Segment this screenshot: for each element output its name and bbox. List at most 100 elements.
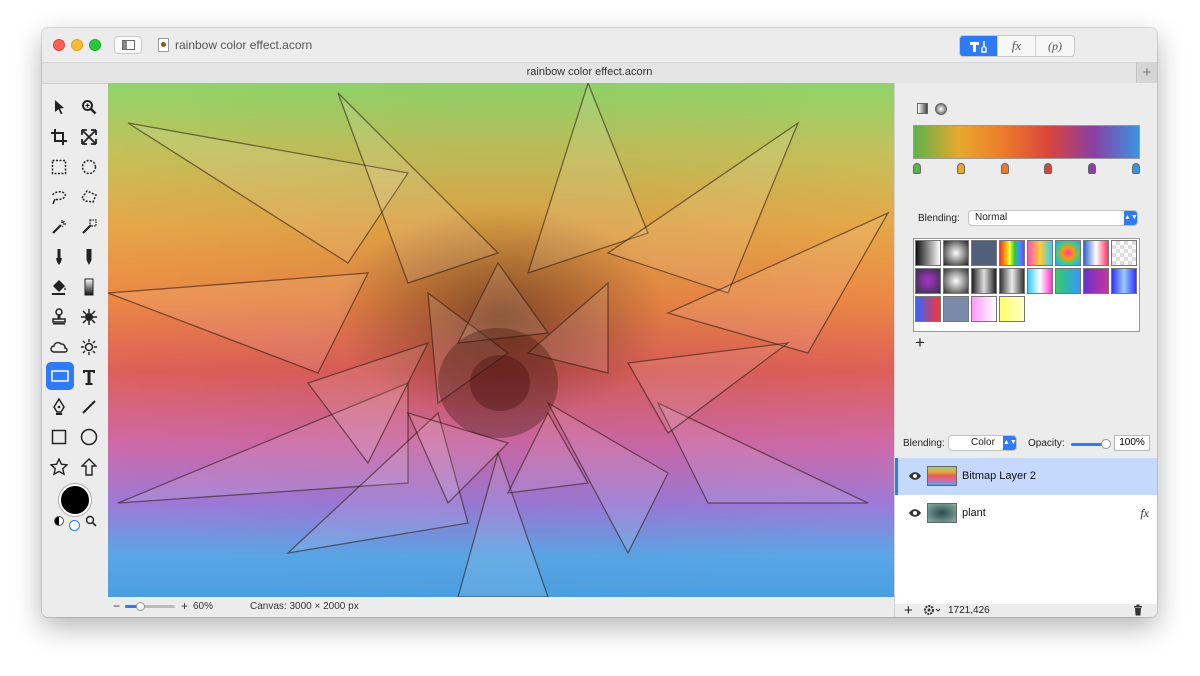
smudge-icon[interactable] [76, 304, 102, 330]
opacity-field[interactable]: 100% [1114, 435, 1150, 451]
ellipse-select-icon[interactable] [76, 154, 102, 180]
gradient-preset[interactable] [943, 268, 969, 294]
gradient-preset[interactable] [999, 240, 1025, 266]
gradient-preset[interactable] [915, 296, 941, 322]
linear-gradient-icon[interactable] [917, 103, 928, 114]
zoom-out-button[interactable]: − [113, 599, 120, 613]
gradient-preset[interactable] [1111, 268, 1137, 294]
magic-wand-icon[interactable] [46, 214, 72, 240]
gradient-preset[interactable] [915, 268, 941, 294]
tools-palette-icon [969, 40, 987, 53]
rect-shape-icon[interactable] [46, 424, 72, 450]
gradient-preset[interactable] [1111, 240, 1137, 266]
selection-indicator [895, 458, 898, 495]
pen-tool-icon[interactable] [46, 394, 72, 420]
oval-shape-icon[interactable] [76, 424, 102, 450]
gradient-preset[interactable] [1027, 240, 1053, 266]
minimize-window-button[interactable] [71, 39, 83, 51]
gradient-stop[interactable] [913, 163, 921, 174]
layer-thumbnail [927, 466, 957, 486]
gradient-preset[interactable] [1055, 240, 1081, 266]
magic-select-icon[interactable] [76, 214, 102, 240]
pencil-icon[interactable] [76, 244, 102, 270]
gradient-stop[interactable] [1044, 163, 1053, 174]
effects-palette-button[interactable]: fx [998, 36, 1036, 56]
gradient-stop[interactable] [1000, 163, 1009, 174]
swap-colors-icon[interactable] [54, 516, 64, 526]
crop-tool-icon[interactable] [46, 124, 72, 150]
clone-stamp-icon[interactable] [46, 304, 72, 330]
image-canvas[interactable] [108, 83, 894, 597]
layer-effects-button[interactable]: fx [1140, 506, 1149, 521]
opacity-slider-track[interactable] [1071, 439, 1111, 449]
transform-tool-icon[interactable] [76, 124, 102, 150]
zoom-slider-knob[interactable] [136, 602, 145, 611]
layer-thumbnail [927, 503, 957, 523]
gradient-preset[interactable] [971, 240, 997, 266]
gradient-preset[interactable] [1083, 268, 1109, 294]
gradient-preset[interactable] [943, 240, 969, 266]
gradient-preset[interactable] [1083, 240, 1109, 266]
gradient-stop[interactable] [1088, 163, 1097, 174]
radial-gradient-icon[interactable] [935, 103, 947, 115]
palette-segmented-control: fx (p) [959, 35, 1075, 57]
arrow-shape-icon[interactable] [76, 454, 102, 480]
eye-icon[interactable] [908, 471, 922, 481]
foreground-color-well[interactable] [59, 484, 91, 516]
new-tab-button[interactable]: + [1136, 63, 1157, 83]
dodge-burn-icon[interactable] [76, 334, 102, 360]
document-tab[interactable]: rainbow color effect.acorn [42, 66, 1137, 78]
line-tool-icon[interactable] [76, 394, 102, 420]
layer-name: plant [962, 507, 986, 519]
gradient-preset[interactable] [971, 268, 997, 294]
paint-bucket-icon[interactable] [46, 274, 72, 300]
gradient-preset[interactable] [999, 268, 1025, 294]
window-title: rainbow color effect.acorn [175, 38, 313, 52]
sidebar-icon [122, 40, 135, 50]
gear-icon[interactable] [923, 604, 941, 616]
gradient-preset[interactable] [971, 296, 997, 322]
close-window-button[interactable] [53, 39, 65, 51]
gradient-tool-icon[interactable] [76, 274, 102, 300]
gradient-preset[interactable] [1055, 268, 1081, 294]
gradient-preset[interactable] [915, 240, 941, 266]
gradient-editor-bar[interactable] [913, 125, 1140, 159]
gradient-rect-icon[interactable] [46, 362, 74, 390]
lasso-icon[interactable] [46, 184, 72, 210]
brush-icon[interactable] [46, 244, 72, 270]
layer-row[interactable]: Bitmap Layer 2 [895, 458, 1157, 495]
gradient-stop[interactable] [1132, 163, 1140, 174]
gradient-blending-label: Blending: [918, 213, 960, 224]
layer-blending-label: Blending: [903, 438, 945, 449]
shape-cloud-icon[interactable] [46, 334, 72, 360]
zoom-in-button[interactable]: + [181, 599, 188, 613]
gradient-stop[interactable] [956, 163, 965, 174]
add-gradient-preset-button[interactable]: + [915, 333, 925, 353]
zoom-tool-icon[interactable] [76, 94, 102, 120]
gradient-preset[interactable] [999, 296, 1025, 322]
rect-select-icon[interactable] [46, 154, 72, 180]
add-layer-button[interactable]: + [904, 602, 913, 617]
opacity-slider-knob[interactable] [1101, 439, 1111, 449]
status-bar: − + 60% Canvas: 3000 × 2000 px [108, 597, 894, 617]
eyedropper-zoom-icon[interactable] [85, 514, 97, 532]
gradient-preset[interactable] [1027, 268, 1053, 294]
gradient-preset[interactable] [943, 296, 969, 322]
layer-row[interactable]: plant fx [895, 495, 1157, 532]
polygon-lasso-icon[interactable] [76, 184, 102, 210]
zoom-window-button[interactable] [89, 39, 101, 51]
document-tab-bar: rainbow color effect.acorn + [42, 63, 1157, 84]
trash-icon[interactable] [1133, 604, 1143, 616]
properties-palette-button[interactable]: (p) [1036, 36, 1074, 56]
eye-icon[interactable] [908, 508, 922, 518]
arrow-tool-icon[interactable] [46, 94, 72, 120]
sidebar-toggle-button[interactable] [114, 36, 142, 54]
layer-blending-select[interactable]: Color ▲▼ [948, 435, 1017, 451]
zoom-slider-track[interactable] [125, 602, 175, 611]
gradient-blending-value: Normal [975, 212, 1008, 223]
tools-palette-button[interactable] [960, 36, 998, 56]
text-tool-icon[interactable] [76, 364, 102, 390]
gradient-blending-select[interactable]: Normal ▲▼ [968, 210, 1138, 226]
background-color-well[interactable] [69, 520, 80, 531]
star-shape-icon[interactable] [46, 454, 72, 480]
